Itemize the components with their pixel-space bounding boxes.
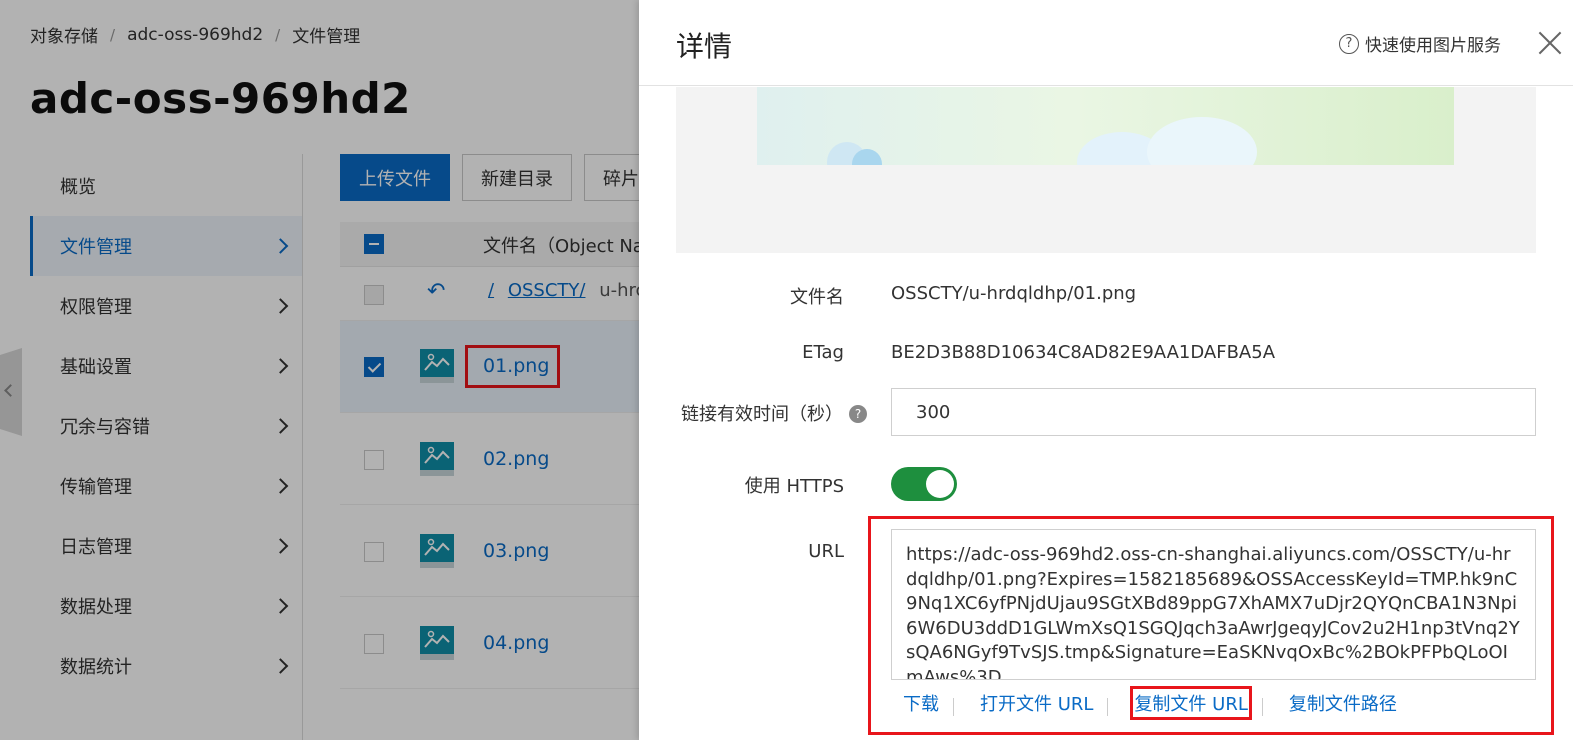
etag-value: BE2D3B88D10634C8AD82E9AA1DAFBA5A	[891, 342, 1276, 363]
quick-image-service-link[interactable]: ? 快速使用图片服务	[1339, 31, 1501, 56]
filename-label: 文件名	[790, 287, 844, 308]
drawer-title: 详情	[676, 30, 733, 63]
image-preview	[676, 87, 1536, 253]
modal-backdrop[interactable]	[0, 0, 639, 740]
help-icon[interactable]: ?	[849, 405, 867, 423]
https-toggle[interactable]	[891, 467, 957, 501]
help-link-label: 快速使用图片服务	[1365, 36, 1501, 56]
question-circle-icon: ?	[1339, 33, 1359, 54]
expire-seconds-input[interactable]: 300	[891, 388, 1536, 436]
detail-drawer: 详情 ? 快速使用图片服务 文件名 OSSCTY/u-hrdqldhp/01.p…	[639, 0, 1573, 740]
expire-label-text: 链接有效时间（秒）	[681, 404, 843, 425]
preview-image	[757, 87, 1454, 165]
https-label: 使用 HTTPS	[744, 476, 844, 497]
highlight-box-url-section	[868, 516, 1554, 735]
drawer-header: 详情 ? 快速使用图片服务	[639, 0, 1573, 86]
filename-value: OSSCTY/u-hrdqldhp/01.png	[891, 283, 1137, 304]
expire-seconds-value: 300	[916, 401, 951, 423]
close-icon[interactable]	[1535, 28, 1565, 58]
expire-label: 链接有效时间（秒）?	[639, 400, 867, 426]
url-label: URL	[808, 541, 844, 562]
etag-label: ETag	[802, 342, 844, 363]
